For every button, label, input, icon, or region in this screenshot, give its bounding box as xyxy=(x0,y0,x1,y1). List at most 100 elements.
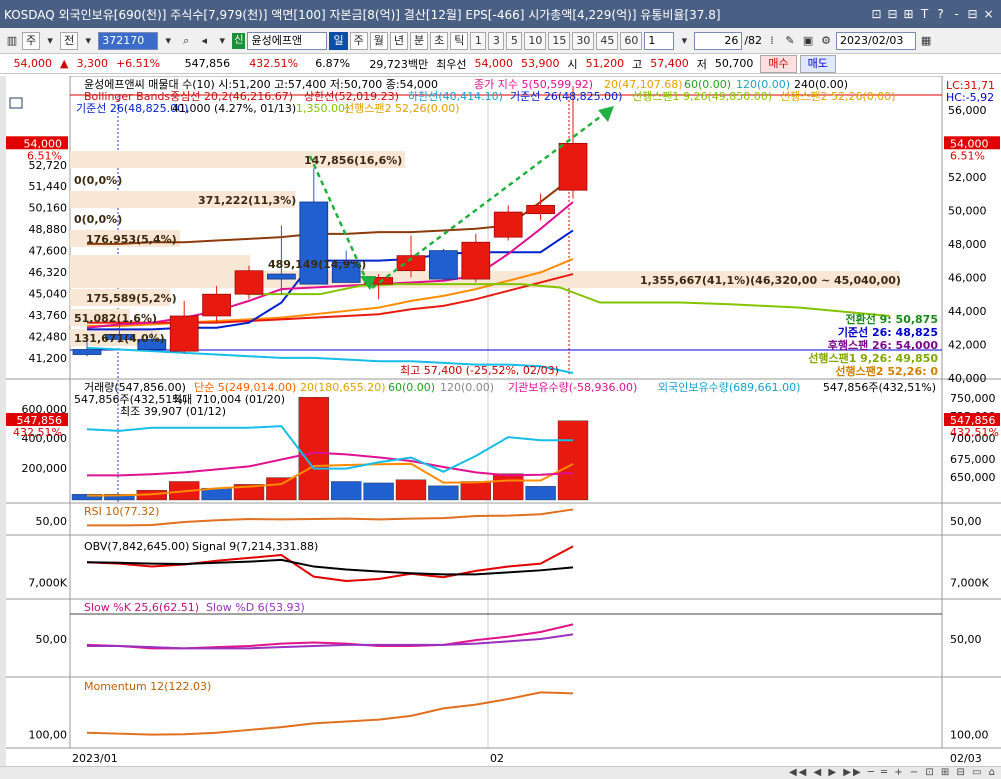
volume-last-pct: 432,51% xyxy=(13,426,62,439)
scroll-controls[interactable]: ◀◀ ◀ ▶ ▶▶ ─ ═ + − ⊡ ⊞ ⊟ ▭ ⌂ xyxy=(789,767,997,778)
period-day-button[interactable]: 일 xyxy=(329,31,348,50)
period-week-button[interactable]: 주 xyxy=(349,31,368,50)
minimize-icon[interactable]: - xyxy=(950,7,963,21)
turnover-rate: 6.87% xyxy=(315,57,351,70)
legend-span1-b: 1,350.00) xyxy=(296,102,349,115)
interval-5-button[interactable]: 5 xyxy=(506,31,523,50)
help-icon[interactable]: ? xyxy=(934,7,947,21)
interval-15-button[interactable]: 15 xyxy=(548,31,571,50)
volume-right-note: 547,856주(432,51%) xyxy=(823,381,936,394)
chart-window: KOSDAQ 외국인보유[690(천)] 주식수[7,979(천)] 액면[10… xyxy=(0,0,1001,779)
stock-name-field[interactable]: 윤성에프앤 xyxy=(247,31,328,50)
volume-bar xyxy=(266,477,297,501)
stochastic-axis-tick-right: 50,00 xyxy=(950,633,982,646)
change-percent: +6.51% xyxy=(115,57,161,70)
price-axis-tick: 46,320 xyxy=(29,266,68,279)
toolbar: ▥ 주 ▾ 전 ▾ 372170 ▾ ⌕ ◂ ▾ 신 윤성에프앤 일 주 월 년… xyxy=(0,28,1001,54)
grid-dots-icon[interactable]: ⁞ xyxy=(764,32,780,50)
obv-title: OBV(7,842,645.00) xyxy=(84,540,189,553)
period-year-button[interactable]: 년 xyxy=(389,31,408,50)
stock-chart[interactable]: 윤성에프앤씨 매물대 수(10) 시:51,200 고:57,400 저:50,… xyxy=(0,76,1001,766)
text-icon[interactable]: T xyxy=(918,7,931,21)
interval-3-button[interactable]: 3 xyxy=(488,31,505,50)
price-axis-tick: 51,440 xyxy=(29,180,68,193)
volume-bar xyxy=(331,481,362,501)
chevron-down-icon[interactable]: ▾ xyxy=(160,32,176,50)
volume-bar xyxy=(428,485,459,501)
menu-all-button[interactable]: 전 xyxy=(60,31,79,50)
speaker-icon[interactable]: ◂ xyxy=(196,32,212,50)
interval-30-button[interactable]: 30 xyxy=(572,31,595,50)
stochastic-axis-tick: 50,00 xyxy=(36,633,68,646)
candle-body xyxy=(234,270,264,295)
price-axis-tick-right: 44,000 xyxy=(948,305,987,318)
chevron-down-icon[interactable]: ▾ xyxy=(676,32,692,50)
rsi-axis-tick-right: 50,00 xyxy=(950,515,982,528)
volume-profile-label: 0(0,0%) xyxy=(74,174,122,187)
momentum-title: Momentum 12(122.03) xyxy=(84,680,211,693)
layout-icon[interactable]: ▥ xyxy=(4,32,20,50)
menu-main-button[interactable]: 주 xyxy=(22,31,41,50)
volume-legend-item: 60(0.00) xyxy=(388,381,435,394)
volume-bar xyxy=(557,420,589,501)
calendar-icon[interactable]: ▦ xyxy=(918,32,934,50)
search-icon[interactable]: ⌕ xyxy=(178,32,194,50)
gear-icon[interactable]: ⚙ xyxy=(818,32,834,50)
bottom-scrollbar[interactable]: ◀◀ ◀ ▶ ▶▶ ─ ═ + − ⊡ ⊞ ⊟ ▭ ⌂ xyxy=(0,766,1001,779)
open-price: 51,200 xyxy=(585,57,625,70)
window-controls: ⊡ ⊟ ⊞ T ? - ⊟ × xyxy=(870,7,1001,21)
current-price: 54,000 xyxy=(13,57,53,70)
maximize-icon[interactable]: ⊞ xyxy=(902,7,915,21)
volume-legend-item: 20(180,655.20) xyxy=(300,381,386,394)
interval-45-button[interactable]: 45 xyxy=(596,31,619,50)
buy-button[interactable]: 매수 xyxy=(760,54,797,73)
legend-span1: 선행스팬1 9,26(49,850.00) xyxy=(632,90,772,103)
date-axis-label: 2023/01 xyxy=(72,752,118,765)
period-tick-button[interactable]: 틱 xyxy=(450,31,469,50)
volume-ratio: 432.51% xyxy=(249,57,299,70)
window-icon[interactable]: ⊟ xyxy=(966,7,979,21)
chevron-down-icon[interactable]: ▾ xyxy=(42,32,58,50)
volume-profile-label: 147,856(16,6%) xyxy=(304,154,402,167)
volume-bar xyxy=(395,479,427,501)
candle-body xyxy=(169,315,199,352)
momentum-axis-tick-right: 100,00 xyxy=(950,729,989,742)
volume-bar xyxy=(525,486,556,501)
interval-60-button[interactable]: 60 xyxy=(620,31,643,50)
chevron-down-icon[interactable]: ▾ xyxy=(80,32,96,50)
candle-body xyxy=(493,211,523,238)
high-label: 고 xyxy=(632,57,643,71)
price-axis-tick-right: 50,000 xyxy=(948,204,987,217)
interval-select[interactable]: 1 xyxy=(644,31,675,50)
volume-profile-label: 0(0,0%) xyxy=(74,213,122,226)
period-second-button[interactable]: 초 xyxy=(430,31,449,50)
best-bid: 53,900 xyxy=(521,57,560,70)
up-arrow-icon: ▲ xyxy=(60,57,69,70)
bar-count-input[interactable]: 26 xyxy=(694,31,743,50)
bar-count-total: /82 xyxy=(744,34,763,47)
low-price: 50,700 xyxy=(714,57,754,70)
close-icon[interactable]: × xyxy=(982,7,995,21)
stock-code-input[interactable]: 372170 xyxy=(98,31,159,50)
period-month-button[interactable]: 월 xyxy=(369,31,388,50)
sell-button[interactable]: 매도 xyxy=(799,54,836,73)
volume-profile-label: 176,953(5,4%) xyxy=(86,233,177,246)
volume-profile-label: 131,671(4,0%) xyxy=(74,332,165,345)
interval-10-button[interactable]: 10 xyxy=(524,31,547,50)
obv-axis-tick: 7,000K xyxy=(28,576,67,589)
save-icon[interactable]: ▣ xyxy=(800,32,816,50)
tile-icon[interactable]: ⊟ xyxy=(886,7,899,21)
last-price-pct-right: 6.51% xyxy=(950,149,985,162)
interval-1-button[interactable]: 1 xyxy=(470,31,487,50)
date-input[interactable]: 2023/02/03 xyxy=(836,31,917,50)
restore-icon[interactable]: ⊡ xyxy=(870,7,883,21)
obv-axis-tick-right: 7,000K xyxy=(950,576,989,589)
draw-tool-icon[interactable]: ✎ xyxy=(782,32,798,50)
candle-body xyxy=(558,142,588,191)
legend-bb-lower: 하한선(40,414.10) xyxy=(408,89,503,103)
chevron-down-icon[interactable]: ▾ xyxy=(214,32,230,50)
price-axis-tick: 43,760 xyxy=(29,309,68,322)
volume-axis-tick-right: 650,000 xyxy=(950,471,996,484)
rsi-title: RSI 10(77.32) xyxy=(84,505,159,518)
period-minute-button[interactable]: 분 xyxy=(409,31,429,50)
